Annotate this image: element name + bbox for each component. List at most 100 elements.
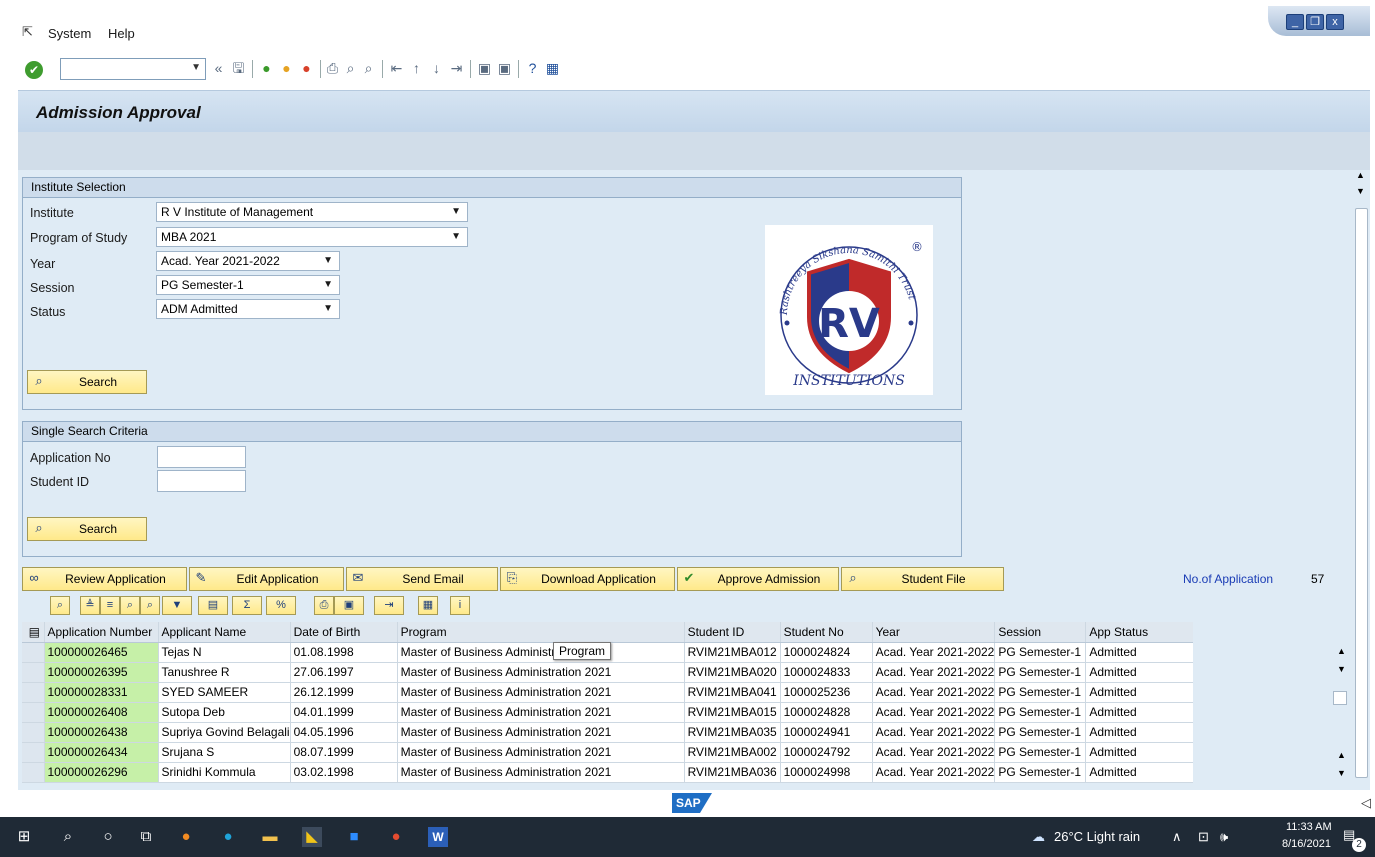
- table-cell[interactable]: 26.12.1999: [290, 682, 398, 703]
- chrome-icon[interactable]: ●: [386, 827, 406, 847]
- previous-page-icon[interactable]: ↑: [408, 60, 425, 77]
- exit-icon[interactable]: ●: [278, 60, 295, 77]
- customize-layout-icon[interactable]: ▦: [544, 60, 561, 77]
- edge-icon[interactable]: ●: [218, 827, 238, 847]
- find-icon[interactable]: ⌕: [342, 60, 359, 77]
- table-cell[interactable]: SYED SAMEER: [158, 682, 291, 703]
- system-menu-icon[interactable]: ⇱: [22, 24, 33, 40]
- create-session-icon[interactable]: ▣: [476, 60, 493, 77]
- application-no-input[interactable]: [157, 446, 246, 468]
- select-all-icon[interactable]: ▤: [22, 622, 45, 643]
- table-cell[interactable]: Master of Business Administration 2021: [397, 742, 685, 763]
- table-cell[interactable]: 1000024833: [780, 662, 873, 683]
- clock-time[interactable]: 11:33 AM: [1286, 821, 1332, 833]
- year-select[interactable]: Acad. Year 2021-2022 ▼: [156, 251, 340, 271]
- table-row[interactable]: 100000026434 Srujana S 08.07.1999 Master of…: [22, 742, 1220, 763]
- table-cell[interactable]: Srujana S: [158, 742, 291, 763]
- table-cell[interactable]: 03.02.1998: [290, 762, 398, 783]
- table-row[interactable]: 100000028331 SYED SAMEER 26.12.1999 Master …: [22, 682, 1220, 703]
- table-cell[interactable]: RVIM21MBA015: [684, 702, 781, 723]
- views-icon[interactable]: ▣: [334, 596, 364, 615]
- table-cell[interactable]: PG Semester-1: [994, 662, 1087, 683]
- table-cell[interactable]: 100000026296: [44, 762, 159, 783]
- sap-logon-icon[interactable]: ◣: [302, 827, 322, 847]
- chevron-down-icon[interactable]: ▼: [191, 62, 201, 73]
- column-header[interactable]: Student ID: [684, 622, 781, 643]
- table-cell[interactable]: PG Semester-1: [994, 702, 1087, 723]
- chevron-down-icon[interactable]: ▼: [323, 300, 333, 318]
- shortcut-icon[interactable]: ▣: [496, 60, 513, 77]
- table-cell[interactable]: Acad. Year 2021-2022: [872, 742, 996, 763]
- table-cell[interactable]: RVIM21MBA012: [684, 642, 781, 663]
- table-cell[interactable]: Master of Business Administration 2021: [397, 702, 685, 723]
- table-cell[interactable]: 1000024828: [780, 702, 873, 723]
- find-next-icon[interactable]: ⌕: [360, 60, 377, 77]
- scroll-down-icon[interactable]: ▼: [1356, 186, 1365, 196]
- grid-scroll-thumb[interactable]: [1333, 691, 1347, 705]
- subtotal-icon[interactable]: %: [266, 596, 296, 615]
- sort-ascending-icon[interactable]: ≜: [80, 596, 100, 615]
- status-expand-icon[interactable]: ◁: [1361, 795, 1371, 811]
- restore-button[interactable]: ❐: [1306, 14, 1324, 30]
- table-cell[interactable]: 27.06.1997: [290, 662, 398, 683]
- column-header[interactable]: Application Number: [44, 622, 159, 643]
- row-selector[interactable]: [22, 682, 45, 703]
- program-of-study-select[interactable]: MBA 2021 ▼: [156, 227, 468, 247]
- table-cell[interactable]: RVIM21MBA002: [684, 742, 781, 763]
- table-cell[interactable]: Master of Business Administration 2021: [397, 722, 685, 743]
- chevron-down-icon[interactable]: ▼: [451, 228, 461, 246]
- row-selector[interactable]: [22, 742, 45, 763]
- cortana-icon[interactable]: ○: [98, 827, 118, 847]
- edit-application-button[interactable]: ✎ Edit Application: [189, 567, 344, 591]
- export-icon[interactable]: ⇥: [374, 596, 404, 615]
- table-cell[interactable]: 100000026465: [44, 642, 159, 663]
- scroll-up-icon[interactable]: ▲: [1356, 170, 1365, 180]
- network-icon[interactable]: ⊡: [1198, 829, 1209, 845]
- table-cell[interactable]: 1000024941: [780, 722, 873, 743]
- send-email-button[interactable]: ✉ Send Email: [346, 567, 498, 591]
- row-selector[interactable]: [22, 722, 45, 743]
- column-header[interactable]: Session: [994, 622, 1087, 643]
- zoom-icon[interactable]: ■: [344, 827, 364, 847]
- table-cell[interactable]: 04.05.1996: [290, 722, 398, 743]
- student-id-input[interactable]: [157, 470, 246, 492]
- column-header[interactable]: Date of Birth: [290, 622, 398, 643]
- back-icon[interactable]: ●: [258, 60, 275, 77]
- table-cell[interactable]: 100000026434: [44, 742, 159, 763]
- save-icon[interactable]: 🖫: [230, 60, 247, 77]
- table-cell[interactable]: PG Semester-1: [994, 762, 1087, 783]
- close-button[interactable]: x: [1326, 14, 1344, 30]
- table-cell[interactable]: Tanushree R: [158, 662, 291, 683]
- weather-text[interactable]: 26°C Light rain: [1054, 829, 1140, 844]
- minimize-button[interactable]: _: [1286, 14, 1304, 30]
- table-cell[interactable]: 100000026395: [44, 662, 159, 683]
- find-icon[interactable]: ⌕: [120, 596, 140, 615]
- first-page-icon[interactable]: ⇤: [388, 60, 405, 77]
- table-cell[interactable]: Master of Business Administration 2021: [397, 642, 685, 663]
- menu-system[interactable]: System: [48, 26, 91, 41]
- table-cell[interactable]: Master of Business Administration 2021: [397, 662, 685, 683]
- table-cell[interactable]: 1000024824: [780, 642, 873, 663]
- institute-select[interactable]: R V Institute of Management ▼: [156, 202, 468, 222]
- search-button[interactable]: ⌕ Search: [27, 370, 147, 394]
- row-selector[interactable]: [22, 762, 45, 783]
- session-select[interactable]: PG Semester-1 ▼: [156, 275, 340, 295]
- file-explorer-icon[interactable]: ▬: [260, 827, 280, 847]
- select-layout-icon[interactable]: ▦: [418, 596, 438, 615]
- table-cell[interactable]: Acad. Year 2021-2022: [872, 762, 996, 783]
- approve-admission-button[interactable]: ✔ Approve Admission: [677, 567, 839, 591]
- chevron-down-icon[interactable]: ▼: [323, 276, 333, 294]
- table-cell[interactable]: 1000024998: [780, 762, 873, 783]
- table-cell[interactable]: 01.08.1998: [290, 642, 398, 663]
- table-row[interactable]: 100000026438 Supriya Govind Belagali 04.05…: [22, 722, 1220, 743]
- find-next-icon[interactable]: ⌕: [140, 596, 160, 615]
- table-cell[interactable]: Master of Business Administration 2021: [397, 762, 685, 783]
- speaker-icon[interactable]: 🕪: [1220, 829, 1228, 845]
- chevron-down-icon[interactable]: ▼: [323, 252, 333, 270]
- table-cell[interactable]: 100000028331: [44, 682, 159, 703]
- command-field[interactable]: ▼: [60, 58, 206, 80]
- cancel-icon[interactable]: ●: [298, 60, 315, 77]
- grid-scroll-up-icon[interactable]: ▲: [1337, 646, 1346, 656]
- search-icon[interactable]: ⌕: [58, 827, 78, 847]
- page-vertical-scrollbar[interactable]: ▲ ▼: [1352, 170, 1370, 790]
